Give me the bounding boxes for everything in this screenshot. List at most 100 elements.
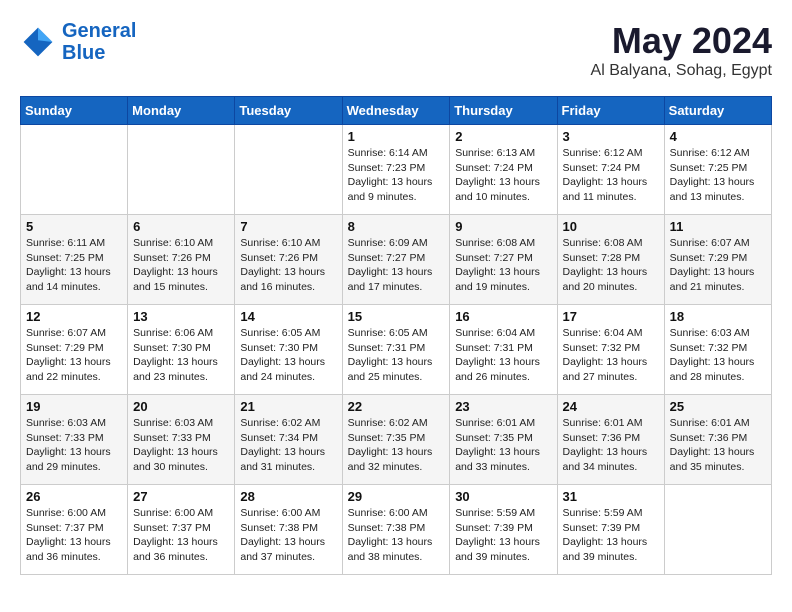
day-number: 20 [133,399,229,414]
day-number: 8 [348,219,445,234]
day-detail: Sunrise: 6:00 AMSunset: 7:38 PMDaylight:… [348,506,445,565]
calendar-cell: 2 Sunrise: 6:13 AMSunset: 7:24 PMDaylight… [450,125,557,215]
weekday-header-saturday: Saturday [664,97,771,125]
day-detail: Sunrise: 6:03 AMSunset: 7:33 PMDaylight:… [26,416,122,475]
day-detail: Sunrise: 6:12 AMSunset: 7:24 PMDaylight:… [563,146,659,205]
calendar-cell: 24 Sunrise: 6:01 AMSunset: 7:36 PMDayligh… [557,395,664,485]
day-detail: Sunrise: 6:10 AMSunset: 7:26 PMDaylight:… [133,236,229,295]
day-detail: Sunrise: 6:10 AMSunset: 7:26 PMDaylight:… [240,236,336,295]
logo-icon [20,24,56,60]
day-detail: Sunrise: 5:59 AMSunset: 7:39 PMDaylight:… [455,506,551,565]
day-detail: Sunrise: 6:07 AMSunset: 7:29 PMDaylight:… [670,236,766,295]
calendar-cell: 7Sunrise: 6:10 AMSunset: 7:26 PMDaylight… [235,215,342,305]
day-number: 1 [348,129,445,144]
calendar-cell: 4Sunrise: 6:12 AMSunset: 7:25 PMDaylight… [664,125,771,215]
day-number: 21 [240,399,336,414]
calendar-cell: 1 Sunrise: 6:14 AMSunset: 7:23 PMDaylight… [342,125,450,215]
calendar-cell: 22 Sunrise: 6:02 AMSunset: 7:35 PMDayligh… [342,395,450,485]
day-number: 22 [348,399,445,414]
page-header: General Blue May 2024 Al Balyana, Sohag,… [20,20,772,80]
day-number: 18 [670,309,766,324]
weekday-header-wednesday: Wednesday [342,97,450,125]
day-number: 17 [563,309,659,324]
day-number: 9 [455,219,551,234]
calendar-week-3: 12Sunrise: 6:07 AMSunset: 7:29 PMDayligh… [21,305,772,395]
day-number: 24 [563,399,659,414]
calendar-cell: 26Sunrise: 6:00 AMSunset: 7:37 PMDayligh… [21,485,128,575]
day-number: 16 [455,309,551,324]
day-detail: Sunrise: 6:01 AMSunset: 7:36 PMDaylight:… [563,416,659,475]
day-detail: Sunrise: 6:05 AMSunset: 7:30 PMDaylight:… [240,326,336,385]
calendar-week-4: 19 Sunrise: 6:03 AMSunset: 7:33 PMDayligh… [21,395,772,485]
day-detail: Sunrise: 6:08 AMSunset: 7:27 PMDaylight:… [455,236,551,295]
calendar-cell [235,125,342,215]
day-number: 3 [563,129,659,144]
weekday-header-tuesday: Tuesday [235,97,342,125]
calendar-cell: 31 Sunrise: 5:59 AMSunset: 7:39 PMDayligh… [557,485,664,575]
day-detail: Sunrise: 5:59 AMSunset: 7:39 PMDaylight:… [563,506,659,565]
day-detail: Sunrise: 6:00 AMSunset: 7:37 PMDaylight:… [26,506,122,565]
calendar-cell: 14 Sunrise: 6:05 AMSunset: 7:30 PMDayligh… [235,305,342,395]
calendar-table: SundayMondayTuesdayWednesdayThursdayFrid… [20,96,772,575]
day-detail: Sunrise: 6:11 AMSunset: 7:25 PMDaylight:… [26,236,122,295]
calendar-week-5: 26Sunrise: 6:00 AMSunset: 7:37 PMDayligh… [21,485,772,575]
day-number: 30 [455,489,551,504]
day-detail: Sunrise: 6:12 AMSunset: 7:25 PMDaylight:… [670,146,766,205]
day-detail: Sunrise: 6:04 AMSunset: 7:32 PMDaylight:… [563,326,659,385]
calendar-cell [664,485,771,575]
day-number: 5 [26,219,122,234]
calendar-week-1: 1 Sunrise: 6:14 AMSunset: 7:23 PMDaylight… [21,125,772,215]
weekday-header-row: SundayMondayTuesdayWednesdayThursdayFrid… [21,97,772,125]
day-detail: Sunrise: 6:09 AMSunset: 7:27 PMDaylight:… [348,236,445,295]
calendar-week-2: 5 Sunrise: 6:11 AMSunset: 7:25 PMDaylight… [21,215,772,305]
calendar-cell: 5 Sunrise: 6:11 AMSunset: 7:25 PMDaylight… [21,215,128,305]
day-detail: Sunrise: 6:07 AMSunset: 7:29 PMDaylight:… [26,326,122,385]
calendar-cell: 19 Sunrise: 6:03 AMSunset: 7:33 PMDayligh… [21,395,128,485]
calendar-subtitle: Al Balyana, Sohag, Egypt [591,62,772,80]
day-detail: Sunrise: 6:02 AMSunset: 7:35 PMDaylight:… [348,416,445,475]
day-detail: Sunrise: 6:03 AMSunset: 7:33 PMDaylight:… [133,416,229,475]
day-number: 15 [348,309,445,324]
day-number: 10 [563,219,659,234]
day-number: 28 [240,489,336,504]
calendar-cell: 30 Sunrise: 5:59 AMSunset: 7:39 PMDayligh… [450,485,557,575]
calendar-cell: 15Sunrise: 6:05 AMSunset: 7:31 PMDayligh… [342,305,450,395]
weekday-header-friday: Friday [557,97,664,125]
day-detail: Sunrise: 6:14 AMSunset: 7:23 PMDaylight:… [348,146,445,205]
calendar-title: May 2024 [591,20,772,62]
calendar-cell [128,125,235,215]
day-number: 13 [133,309,229,324]
day-detail: Sunrise: 6:02 AMSunset: 7:34 PMDaylight:… [240,416,336,475]
day-detail: Sunrise: 6:00 AMSunset: 7:38 PMDaylight:… [240,506,336,565]
day-detail: Sunrise: 6:08 AMSunset: 7:28 PMDaylight:… [563,236,659,295]
title-block: May 2024 Al Balyana, Sohag, Egypt [591,20,772,80]
calendar-cell [21,125,128,215]
day-number: 6 [133,219,229,234]
day-number: 19 [26,399,122,414]
weekday-header-sunday: Sunday [21,97,128,125]
day-number: 23 [455,399,551,414]
calendar-cell: 10 Sunrise: 6:08 AMSunset: 7:28 PMDayligh… [557,215,664,305]
calendar-cell: 11 Sunrise: 6:07 AMSunset: 7:29 PMDayligh… [664,215,771,305]
calendar-cell: 25Sunrise: 6:01 AMSunset: 7:36 PMDayligh… [664,395,771,485]
calendar-cell: 17 Sunrise: 6:04 AMSunset: 7:32 PMDayligh… [557,305,664,395]
calendar-cell: 27Sunrise: 6:00 AMSunset: 7:37 PMDayligh… [128,485,235,575]
day-detail: Sunrise: 6:03 AMSunset: 7:32 PMDaylight:… [670,326,766,385]
calendar-cell: 28 Sunrise: 6:00 AMSunset: 7:38 PMDayligh… [235,485,342,575]
logo: General Blue [20,20,136,64]
day-detail: Sunrise: 6:01 AMSunset: 7:36 PMDaylight:… [670,416,766,475]
day-number: 14 [240,309,336,324]
day-number: 11 [670,219,766,234]
weekday-header-thursday: Thursday [450,97,557,125]
calendar-cell: 3 Sunrise: 6:12 AMSunset: 7:24 PMDaylight… [557,125,664,215]
day-number: 2 [455,129,551,144]
day-detail: Sunrise: 6:06 AMSunset: 7:30 PMDaylight:… [133,326,229,385]
day-detail: Sunrise: 6:01 AMSunset: 7:35 PMDaylight:… [455,416,551,475]
calendar-cell: 23 Sunrise: 6:01 AMSunset: 7:35 PMDayligh… [450,395,557,485]
calendar-cell: 16 Sunrise: 6:04 AMSunset: 7:31 PMDayligh… [450,305,557,395]
day-number: 31 [563,489,659,504]
logo-text: General Blue [62,20,136,64]
day-detail: Sunrise: 6:13 AMSunset: 7:24 PMDaylight:… [455,146,551,205]
day-number: 27 [133,489,229,504]
day-detail: Sunrise: 6:04 AMSunset: 7:31 PMDaylight:… [455,326,551,385]
